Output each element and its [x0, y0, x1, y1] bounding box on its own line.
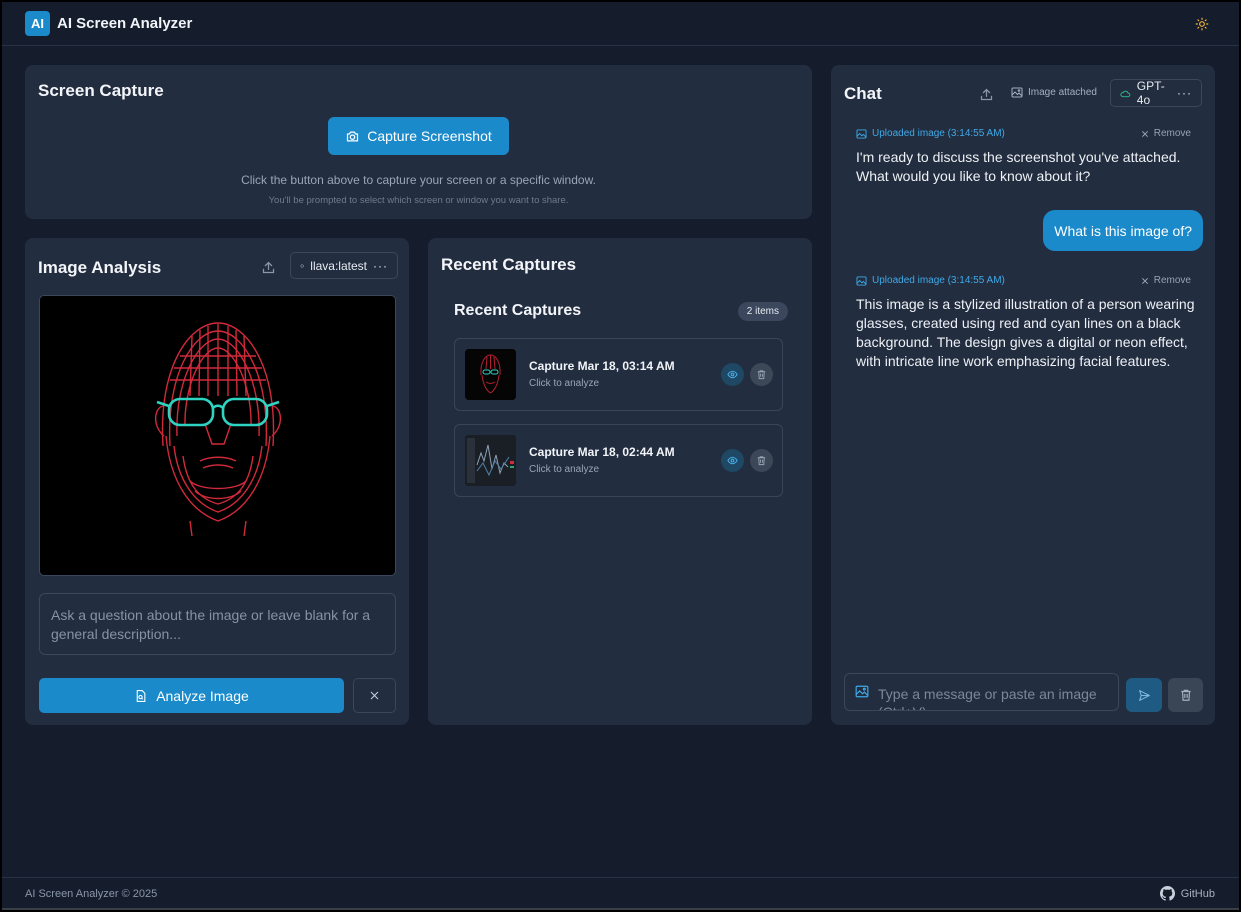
image-icon: [855, 685, 869, 698]
sun-icon[interactable]: [1191, 13, 1213, 35]
capture-item[interactable]: Capture Mar 18, 02:44 AM Click to analyz…: [454, 424, 783, 497]
capture-hint: Click the button above to capture your s…: [241, 173, 596, 187]
remove-image-link[interactable]: Remove: [1141, 128, 1191, 139]
footer-copyright: AI Screen Analyzer © 2025: [25, 888, 158, 900]
github-link[interactable]: GitHub: [1159, 886, 1215, 901]
capture-title: Capture Mar 18, 02:44 AM: [529, 445, 675, 459]
eye-icon: [727, 456, 738, 465]
assistant-message: I'm ready to discuss the screenshot you'…: [856, 149, 1181, 184]
chat-model-selector[interactable]: GPT-4o ···: [1110, 79, 1202, 107]
send-icon: [1138, 689, 1150, 701]
chat-model-name: GPT-4o: [1136, 79, 1165, 107]
screen-capture-title: Screen Capture: [38, 81, 164, 100]
image-icon: [1011, 87, 1023, 98]
analysis-image-preview: [39, 295, 396, 576]
top-bar: AI AI Screen Analyzer: [2, 2, 1239, 46]
close-icon: [370, 691, 379, 700]
capture-title: Capture Mar 18, 03:14 AM: [529, 359, 675, 373]
github-label: GitHub: [1180, 887, 1215, 900]
cloud-icon: [1120, 90, 1131, 97]
capture-subhint: You'll be prompted to select which scree…: [268, 195, 569, 206]
image-icon: [856, 128, 867, 139]
send-button[interactable]: [1126, 678, 1162, 712]
close-icon: [1141, 130, 1148, 137]
more-icon: ···: [373, 258, 388, 273]
view-capture-button[interactable]: [721, 449, 744, 472]
message-image-meta: Uploaded image (3:14:55 AM): [856, 275, 1005, 286]
capture-screenshot-button[interactable]: Capture Screenshot: [328, 117, 509, 155]
image-analysis-title: Image Analysis: [38, 258, 162, 277]
image-attached-indicator: Image attached: [1011, 87, 1097, 98]
clear-image-button[interactable]: [353, 678, 396, 713]
trash-icon: [1180, 689, 1191, 701]
message-meta-label: Uploaded image (3:14:55 AM): [872, 275, 1005, 286]
cpu-icon: [300, 263, 304, 268]
recent-captures-panel: Recent Captures Recent Captures 2 items …: [428, 238, 812, 725]
analyze-image-label: Analyze Image: [156, 687, 249, 704]
github-icon: [1159, 886, 1175, 901]
capture-thumbnail: [465, 349, 516, 400]
eye-icon: [727, 370, 738, 379]
user-message: What is this image of?: [1043, 210, 1203, 251]
more-icon: ···: [1177, 86, 1192, 100]
recent-captures-title: Recent Captures: [441, 255, 577, 274]
delete-capture-button[interactable]: [750, 363, 773, 386]
message-image-meta: Uploaded image (3:14:55 AM): [856, 128, 1005, 139]
image-attached-label: Image attached: [1028, 87, 1097, 98]
chat-message-input[interactable]: Type a message or paste an image (Ctrl+V…: [844, 673, 1119, 711]
image-icon: [856, 275, 867, 286]
count-badge: 2 items: [737, 302, 788, 321]
capture-subtitle: Click to analyze: [529, 464, 600, 475]
app-logo: AI: [25, 11, 50, 36]
remove-label: Remove: [1153, 128, 1191, 139]
model-name: llava:latest: [310, 258, 367, 273]
upload-icon[interactable]: [976, 84, 996, 104]
screen-capture-panel: Screen Capture Capture Screenshot Click …: [25, 65, 812, 219]
clear-chat-button[interactable]: [1168, 678, 1203, 712]
file-search-icon: [136, 689, 146, 702]
assistant-message: This image is a stylized illustration of…: [856, 296, 1195, 369]
view-capture-button[interactable]: [721, 363, 744, 386]
delete-capture-button[interactable]: [750, 449, 773, 472]
footer: AI Screen Analyzer © 2025 GitHub: [2, 877, 1239, 910]
recent-captures-list: Recent Captures 2 items Capture Mar 18, …: [442, 288, 799, 508]
trash-icon: [757, 370, 766, 380]
trash-icon: [757, 456, 766, 466]
chat-input-placeholder: Type a message or paste an image (Ctrl+V…: [878, 686, 1097, 710]
face-illustration: [154, 322, 282, 537]
camera-icon: [347, 131, 359, 141]
chat-panel: Chat Image attached GPT-4o ··· Uploaded …: [831, 65, 1215, 725]
capture-thumbnail: [465, 435, 516, 486]
recent-captures-subtitle: Recent Captures: [454, 302, 582, 319]
close-icon: [1141, 277, 1148, 284]
analyze-image-button[interactable]: Analyze Image: [39, 678, 344, 713]
message-meta-label: Uploaded image (3:14:55 AM): [872, 128, 1005, 139]
image-analysis-panel: Image Analysis llava:latest ··· Ask a qu…: [25, 238, 409, 725]
capture-item[interactable]: Capture Mar 18, 03:14 AM Click to analyz…: [454, 338, 783, 411]
question-input[interactable]: Ask a question about the image or leave …: [39, 593, 396, 655]
model-selector[interactable]: llava:latest ···: [290, 252, 398, 279]
app-title: AI Screen Analyzer: [57, 15, 193, 32]
capture-screenshot-label: Capture Screenshot: [367, 128, 492, 144]
remove-label: Remove: [1153, 275, 1191, 286]
upload-icon[interactable]: [258, 257, 278, 277]
remove-image-link[interactable]: Remove: [1141, 275, 1191, 286]
capture-subtitle: Click to analyze: [529, 378, 600, 389]
chat-title: Chat: [844, 84, 882, 103]
